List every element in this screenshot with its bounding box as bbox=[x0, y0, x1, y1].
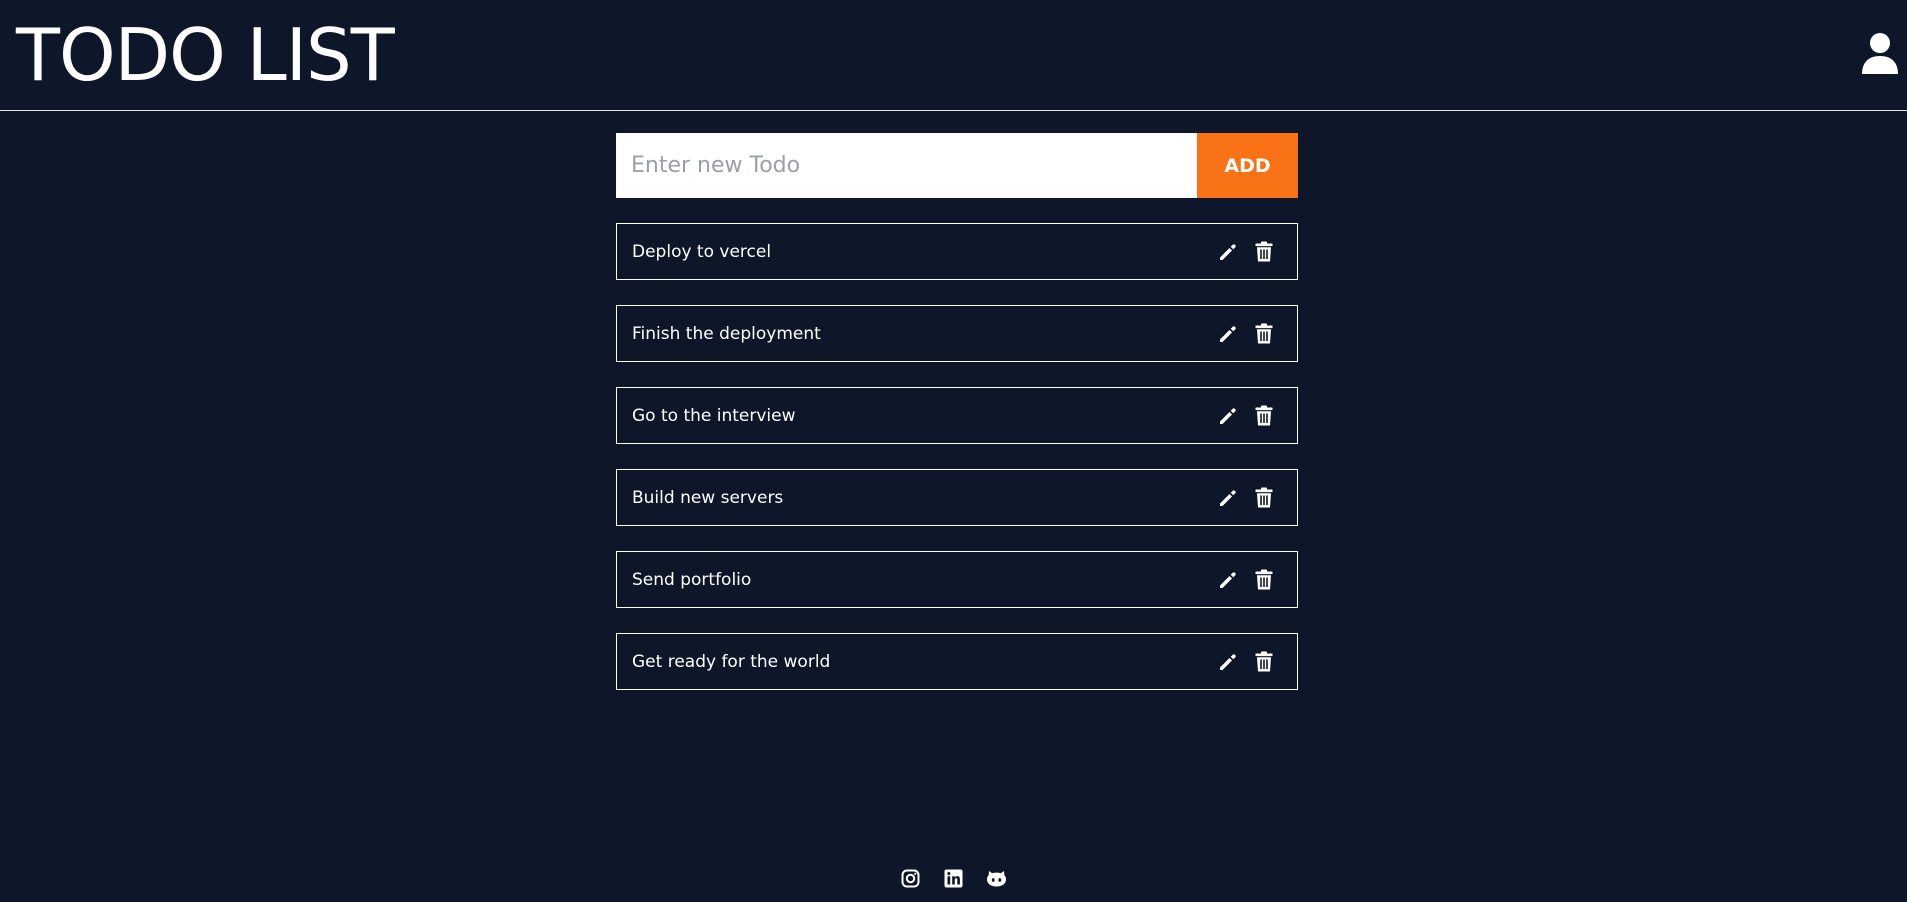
todo-text: Go to the interview bbox=[632, 405, 796, 426]
delete-button[interactable] bbox=[1254, 323, 1274, 345]
new-todo-input[interactable] bbox=[616, 133, 1197, 198]
edit-button[interactable] bbox=[1218, 651, 1238, 673]
app-header: TODO LIST bbox=[0, 0, 1907, 111]
user-profile-button[interactable] bbox=[1861, 32, 1899, 74]
add-button[interactable]: ADD bbox=[1197, 133, 1298, 198]
delete-button[interactable] bbox=[1254, 241, 1274, 263]
todo-text: Get ready for the world bbox=[632, 651, 831, 672]
delete-button[interactable] bbox=[1254, 651, 1274, 673]
social-footer bbox=[0, 868, 1907, 892]
pencil-icon bbox=[1220, 325, 1236, 342]
todo-actions bbox=[1218, 651, 1274, 673]
linkedin-icon bbox=[944, 869, 963, 888]
todo-actions bbox=[1218, 569, 1274, 591]
edit-button[interactable] bbox=[1218, 241, 1238, 263]
edit-button[interactable] bbox=[1218, 487, 1238, 509]
linkedin-link[interactable] bbox=[943, 868, 964, 889]
edit-button[interactable] bbox=[1218, 323, 1238, 345]
todo-item: Get ready for the world bbox=[616, 633, 1298, 690]
todo-text: Send portfolio bbox=[632, 569, 752, 590]
delete-button[interactable] bbox=[1254, 487, 1274, 509]
trash-icon bbox=[1255, 405, 1273, 426]
instagram-link[interactable] bbox=[900, 868, 921, 889]
todo-item: Deploy to vercel bbox=[616, 223, 1298, 280]
trash-icon bbox=[1255, 323, 1273, 344]
trash-icon bbox=[1255, 487, 1273, 508]
add-todo-form: ADD bbox=[616, 133, 1298, 198]
edit-button[interactable] bbox=[1218, 569, 1238, 591]
todo-item: Go to the interview bbox=[616, 387, 1298, 444]
todo-text: Build new servers bbox=[632, 487, 784, 508]
github-icon bbox=[987, 871, 1006, 887]
todo-list: Deploy to vercel Finish the deployment G… bbox=[616, 223, 1298, 715]
todo-text: Finish the deployment bbox=[632, 323, 821, 344]
todo-actions bbox=[1218, 323, 1274, 345]
edit-button[interactable] bbox=[1218, 405, 1238, 427]
page-title: TODO LIST bbox=[16, 13, 395, 97]
todo-actions bbox=[1218, 487, 1274, 509]
trash-icon bbox=[1255, 241, 1273, 262]
todo-item: Send portfolio bbox=[616, 551, 1298, 608]
todo-actions bbox=[1218, 241, 1274, 263]
todo-text: Deploy to vercel bbox=[632, 241, 772, 262]
trash-icon bbox=[1255, 651, 1273, 672]
pencil-icon bbox=[1220, 243, 1236, 260]
todo-item: Finish the deployment bbox=[616, 305, 1298, 362]
user-icon bbox=[1862, 33, 1898, 74]
todo-actions bbox=[1218, 405, 1274, 427]
todo-item: Build new servers bbox=[616, 469, 1298, 526]
delete-button[interactable] bbox=[1254, 569, 1274, 591]
pencil-icon bbox=[1220, 653, 1236, 670]
pencil-icon bbox=[1220, 407, 1236, 424]
instagram-icon bbox=[901, 869, 920, 888]
delete-button[interactable] bbox=[1254, 405, 1274, 427]
github-link[interactable] bbox=[986, 868, 1007, 889]
pencil-icon bbox=[1220, 489, 1236, 506]
pencil-icon bbox=[1220, 571, 1236, 588]
trash-icon bbox=[1255, 569, 1273, 590]
